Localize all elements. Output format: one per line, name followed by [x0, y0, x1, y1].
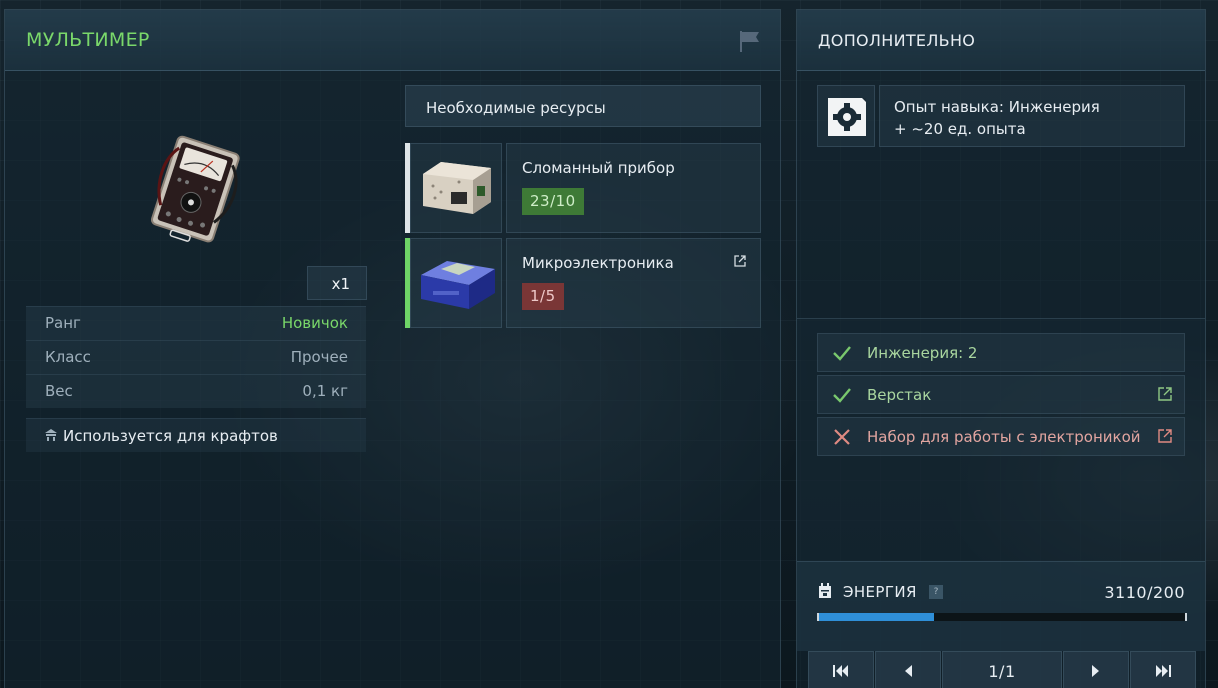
flag-icon — [740, 31, 759, 52]
broken-device-image — [423, 162, 491, 214]
double-chevron-right-icon — [1156, 665, 1171, 677]
skill-xp-line2: + ~20 ед. опыта — [894, 120, 1026, 138]
used-for-crafts-row[interactable]: Используется для крафтов — [26, 418, 366, 452]
resource-row-broken-device[interactable]: Сломанный прибор 23/10 — [405, 143, 761, 233]
external-link-icon[interactable] — [1158, 429, 1172, 443]
gear-icon — [828, 98, 866, 136]
pager: 1/1 — [808, 651, 1197, 688]
energy-help-button[interactable]: ? — [929, 585, 943, 599]
requirement-label: Верстак — [867, 386, 932, 404]
resource-name: Микроэлектроника — [522, 254, 674, 272]
requirement-label: Набор для работы с электроникой — [867, 428, 1141, 446]
energy-label: ЭНЕРГИЯ — [843, 583, 917, 601]
crafting-icon — [45, 429, 57, 441]
cross-icon — [834, 429, 850, 445]
external-link-icon[interactable] — [734, 255, 746, 267]
previous-page-button[interactable] — [875, 651, 941, 688]
resource-image-box — [410, 238, 502, 328]
skill-xp-text: Опыт навыка: Инженерия + ~20 ед. опыта — [879, 85, 1185, 147]
last-page-button[interactable] — [1130, 651, 1196, 688]
external-link-icon[interactable] — [1158, 387, 1172, 401]
multimeter-image — [145, 135, 245, 245]
property-key: Вес — [45, 382, 73, 400]
additional-panel: ДОПОЛНИТЕЛЬНО Опыт навыка: Инженерия + ~… — [796, 9, 1206, 688]
resource-image-box — [410, 143, 502, 233]
additional-panel-header: ДОПОЛНИТЕЛЬНО — [797, 10, 1205, 71]
energy-calendar-icon — [819, 583, 831, 598]
quantity-badge: x1 — [307, 266, 367, 300]
property-key: Класс — [45, 348, 91, 366]
required-resources-header: Необходимые ресурсы — [405, 85, 761, 127]
item-title: МУЛЬТИМЕР — [26, 29, 150, 51]
property-value: 0,1 кг — [302, 382, 348, 400]
check-icon — [833, 346, 851, 361]
double-chevron-left-icon — [833, 665, 848, 677]
item-panel-header: МУЛЬТИМЕР — [5, 10, 780, 71]
property-row-weight: Вес 0,1 кг — [26, 374, 366, 408]
flag-button[interactable] — [738, 30, 762, 52]
next-page-button[interactable] — [1063, 651, 1129, 688]
property-value: Прочее — [290, 348, 348, 366]
page-indicator: 1/1 — [942, 651, 1062, 688]
requirements-section: Инженерия: 2 Верстак Набор для работы с … — [797, 318, 1205, 561]
energy-section: ЭНЕРГИЯ ? 3110/200 — [797, 561, 1205, 651]
resource-row-microelectronics[interactable]: Микроэлектроника 1/5 — [405, 238, 761, 328]
used-for-crafts-label: Используется для крафтов — [63, 427, 278, 445]
property-row-class: Класс Прочее — [26, 340, 366, 374]
property-value: Новичок — [281, 314, 348, 332]
skill-xp-row: Опыт навыка: Инженерия + ~20 ед. опыта — [817, 85, 1185, 147]
resource-info: Микроэлектроника 1/5 — [506, 238, 761, 328]
chevron-left-icon — [905, 665, 912, 677]
skill-icon-box — [817, 85, 875, 147]
energy-progress-bar — [817, 613, 1187, 621]
microelectronics-image — [421, 261, 495, 309]
energy-value: 3110/200 — [1104, 583, 1185, 602]
energy-progress-fill — [819, 613, 935, 621]
chevron-right-icon — [1092, 665, 1099, 677]
first-page-button[interactable] — [808, 651, 874, 688]
requirement-workbench[interactable]: Верстак — [817, 375, 1185, 414]
resource-name: Сломанный прибор — [522, 159, 675, 177]
property-row-rank: Ранг Новичок — [26, 306, 366, 340]
additional-title: ДОПОЛНИТЕЛЬНО — [818, 31, 976, 50]
check-icon — [833, 388, 851, 403]
requirement-electronics-kit[interactable]: Набор для работы с электроникой — [817, 417, 1185, 456]
skill-xp-line1: Опыт навыка: Инженерия — [894, 98, 1100, 116]
resource-count: 1/5 — [522, 283, 564, 310]
property-key: Ранг — [45, 314, 81, 332]
requirement-label: Инженерия: 2 — [867, 344, 978, 362]
resource-count: 23/10 — [522, 188, 584, 215]
item-panel: МУЛЬТИМЕР x1 Ранг Новичок Класс Прочее В… — [4, 9, 781, 688]
requirement-engineering: Инженерия: 2 — [817, 333, 1185, 372]
resource-info: Сломанный прибор 23/10 — [506, 143, 761, 233]
